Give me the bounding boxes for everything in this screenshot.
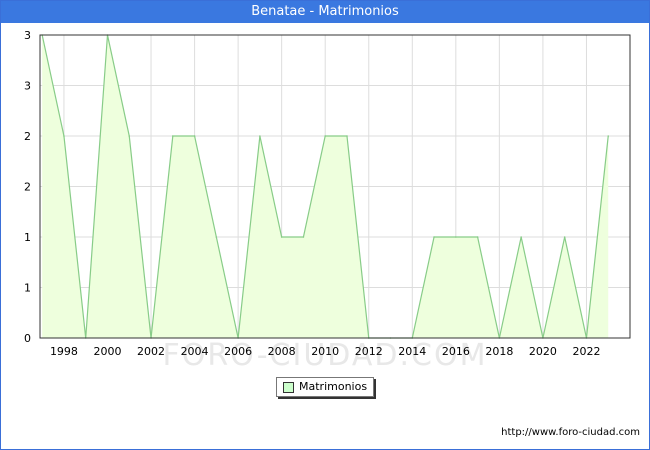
data-point <box>193 135 196 137</box>
x-axis: 1998 2000 2002 2004 2006 2008 2010 2012 2014 2016… <box>50 345 601 358</box>
y-axis: 0 1 1 2 2 3 3 <box>24 29 31 345</box>
y-tick-label: 2 <box>24 130 31 143</box>
x-tick-label: 2012 <box>355 345 383 358</box>
data-point <box>563 236 566 238</box>
x-tick-label: 2002 <box>137 345 165 358</box>
data-point <box>280 236 283 238</box>
x-tick-label: 2004 <box>181 345 209 358</box>
data-point <box>128 135 131 137</box>
legend-swatch <box>283 382 294 393</box>
x-tick-label: 2020 <box>529 345 557 358</box>
legend: Matrimonios <box>276 377 374 397</box>
x-tick-label: 2014 <box>398 345 426 358</box>
data-point <box>172 135 174 137</box>
data-point <box>324 135 327 137</box>
y-tick-label: 1 <box>24 231 31 244</box>
data-point <box>476 236 479 238</box>
y-tick-label: 3 <box>24 80 31 93</box>
x-tick-label: 2006 <box>224 345 252 358</box>
x-tick-label: 2016 <box>442 345 470 358</box>
y-tick-label: 0 <box>24 332 31 345</box>
credit-url: http://www.foro-ciudad.com <box>501 427 640 438</box>
legend-label: Matrimonios <box>299 380 368 393</box>
data-point <box>302 236 305 238</box>
x-tick-label: 2008 <box>268 345 296 358</box>
y-tick-label: 2 <box>24 181 31 194</box>
data-point <box>259 135 261 137</box>
x-tick-label: 2022 <box>572 345 600 358</box>
y-tick-label: 3 <box>24 29 31 42</box>
y-tick-label: 1 <box>24 282 31 295</box>
data-point <box>433 236 435 238</box>
data-point <box>346 135 348 137</box>
x-tick-label: 2000 <box>93 345 121 358</box>
x-tick-label: 2018 <box>485 345 513 358</box>
data-point <box>63 135 65 137</box>
data-point <box>455 236 457 238</box>
data-point <box>607 135 610 137</box>
x-tick-label: 2010 <box>311 345 339 358</box>
data-point <box>520 236 522 238</box>
x-tick-label: 1998 <box>50 345 78 358</box>
data-point <box>215 236 218 238</box>
